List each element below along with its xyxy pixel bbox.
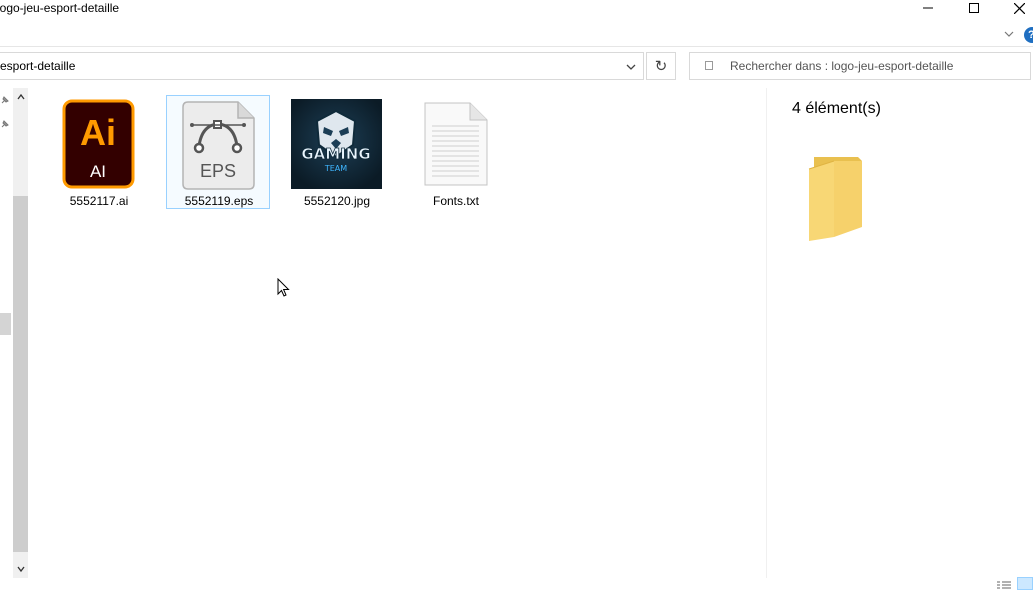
maximize-icon — [969, 3, 979, 13]
address-bar-text: esport-detaille — [0, 59, 76, 73]
chevron-down-icon — [16, 566, 25, 573]
details-view-icon[interactable] — [996, 580, 1012, 592]
illustrator-file-icon: Ai AI — [62, 99, 135, 189]
large-icons-view-icon[interactable] — [1017, 577, 1033, 590]
svg-text:GAMING: GAMING — [301, 145, 370, 163]
svg-text:Ai: Ai — [80, 112, 116, 153]
mouse-cursor-icon — [277, 278, 290, 297]
search-placeholder: Rechercher dans : logo-jeu-esport-detail… — [730, 59, 954, 73]
ribbon-divider — [0, 46, 1033, 47]
folder-icon — [808, 157, 862, 241]
image-thumbnail: GAMING TEAM — [291, 99, 382, 189]
pin-icon — [0, 119, 12, 131]
text-file-icon — [424, 102, 488, 186]
scroll-up-button[interactable] — [13, 88, 28, 106]
file-item-ai[interactable]: Ai AI 5552117.ai — [47, 95, 151, 209]
minimize-button[interactable] — [913, 0, 943, 16]
close-icon — [1013, 2, 1025, 14]
eps-file-icon: EPS — [182, 101, 255, 190]
address-dropdown-button[interactable] — [622, 58, 640, 76]
minimize-icon — [923, 7, 933, 9]
file-name: Fonts.txt — [432, 194, 479, 208]
refresh-icon: ↻ — [654, 58, 668, 75]
file-name: 5552120.jpg — [303, 194, 371, 208]
svg-text:EPS: EPS — [200, 161, 236, 181]
chevron-down-icon — [626, 64, 636, 70]
close-button[interactable] — [1004, 0, 1033, 16]
address-bar[interactable] — [0, 52, 644, 80]
refresh-button[interactable]: ↻ — [646, 52, 676, 80]
scroll-down-button[interactable] — [13, 560, 28, 578]
help-icon[interactable]: ? — [1024, 27, 1033, 43]
file-item-txt[interactable]: Fonts.txt — [404, 95, 508, 209]
chevron-down-icon — [1004, 31, 1014, 37]
file-name: 5552119.eps — [184, 194, 254, 208]
file-item-eps[interactable]: EPS 5552119.eps — [166, 95, 270, 209]
window-title: logo-jeu-esport-detaille — [0, 1, 120, 15]
chevron-up-icon — [16, 93, 25, 100]
file-item-jpg[interactable]: GAMING TEAM 5552120.jpg — [285, 95, 389, 209]
nav-selected-item[interactable] — [0, 313, 11, 335]
search-icon — [705, 61, 713, 70]
preview-pane-divider — [766, 88, 767, 578]
nav-scrollbar-thumb[interactable] — [13, 196, 28, 552]
svg-text:AI: AI — [90, 162, 106, 181]
file-name: 5552117.ai — [69, 194, 129, 208]
pin-icon — [0, 95, 12, 107]
maximize-button[interactable] — [959, 0, 989, 16]
svg-text:TEAM: TEAM — [324, 164, 347, 173]
ribbon-expand-button[interactable] — [1002, 27, 1016, 41]
item-count: 4 élément(s) — [792, 100, 881, 117]
